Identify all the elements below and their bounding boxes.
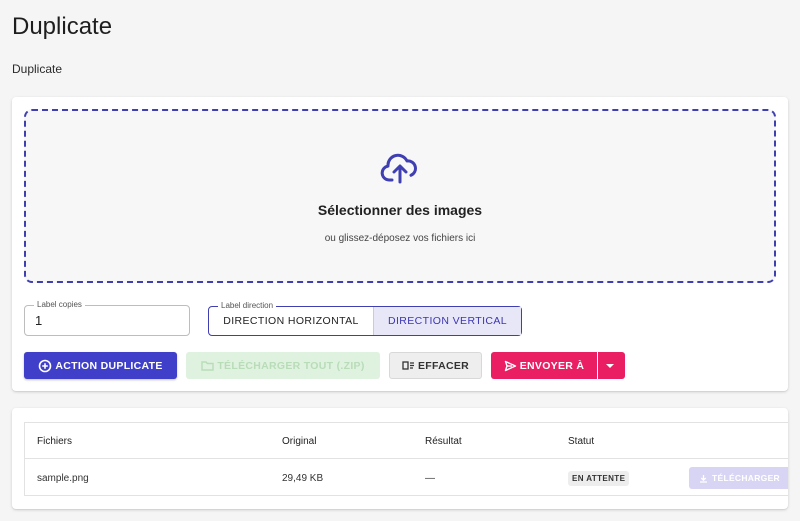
header-files: Fichiers (37, 435, 73, 447)
table-header-row: Fichiers Original Résultat Statut (25, 423, 788, 459)
download-all-label: TÉLÉCHARGER TOUT (.ZIP) (217, 359, 365, 372)
caret-down-icon (606, 363, 614, 368)
send-to-label: ENVOYER À (519, 359, 585, 372)
table-row: sample.png 29,49 KB — EN ATTENTE TÉLÉCHA… (25, 460, 788, 496)
cloud-upload-icon (380, 153, 417, 184)
folder-icon (201, 361, 215, 371)
files-table: Fichiers Original Résultat Statut sample… (24, 422, 788, 496)
direction-horizontal-toggle[interactable]: DIRECTION HORIZONTAL (209, 307, 374, 335)
action-duplicate-button[interactable]: ACTION DUPLICATE (24, 352, 177, 379)
original-size-cell: 29,49 KB (282, 472, 324, 484)
clear-list-icon (402, 361, 414, 370)
direction-field-label: Label direction (218, 301, 277, 310)
row-download-button[interactable]: TÉLÉCHARGER (689, 467, 788, 489)
direction-vertical-toggle[interactable]: DIRECTION VERTICAL (374, 307, 521, 335)
page-subtitle: Duplicate (12, 62, 63, 76)
copies-field-label: Label copies (34, 300, 85, 309)
header-original: Original (282, 435, 317, 447)
row-download-label: TÉLÉCHARGER (712, 473, 780, 483)
add-circle-icon (39, 359, 52, 372)
copies-field: Label copies (24, 300, 190, 336)
header-status: Statut (568, 435, 595, 447)
send-icon (504, 360, 516, 371)
file-name-cell: sample.png (37, 472, 89, 484)
page-title: Duplicate (12, 13, 113, 40)
direction-toggle-group: Label direction DIRECTION HORIZONTAL DIR… (208, 301, 522, 336)
clear-label: EFFACER (417, 359, 470, 372)
files-card: Fichiers Original Résultat Statut sample… (12, 408, 788, 509)
status-cell: EN ATTENTE (568, 460, 630, 496)
dropzone-hint: ou glissez-déposez vos fichiers ici (324, 233, 476, 244)
send-to-menu-button[interactable] (598, 352, 625, 379)
result-cell: — (425, 472, 435, 484)
header-result: Résultat (425, 435, 462, 447)
upload-card: Sélectionner des images ou glissez-dépos… (12, 97, 788, 391)
action-duplicate-label: ACTION DUPLICATE (55, 359, 163, 372)
download-all-zip-button[interactable]: TÉLÉCHARGER TOUT (.ZIP) (186, 352, 380, 379)
image-dropzone[interactable]: Sélectionner des images ou glissez-dépos… (24, 109, 776, 283)
clear-button[interactable]: EFFACER (389, 352, 482, 379)
copies-input[interactable] (35, 313, 175, 328)
dropzone-title: Sélectionner des images (317, 202, 483, 218)
status-badge: EN ATTENTE (568, 470, 630, 486)
send-to-button[interactable]: ENVOYER À (491, 352, 597, 379)
download-icon (700, 474, 707, 483)
